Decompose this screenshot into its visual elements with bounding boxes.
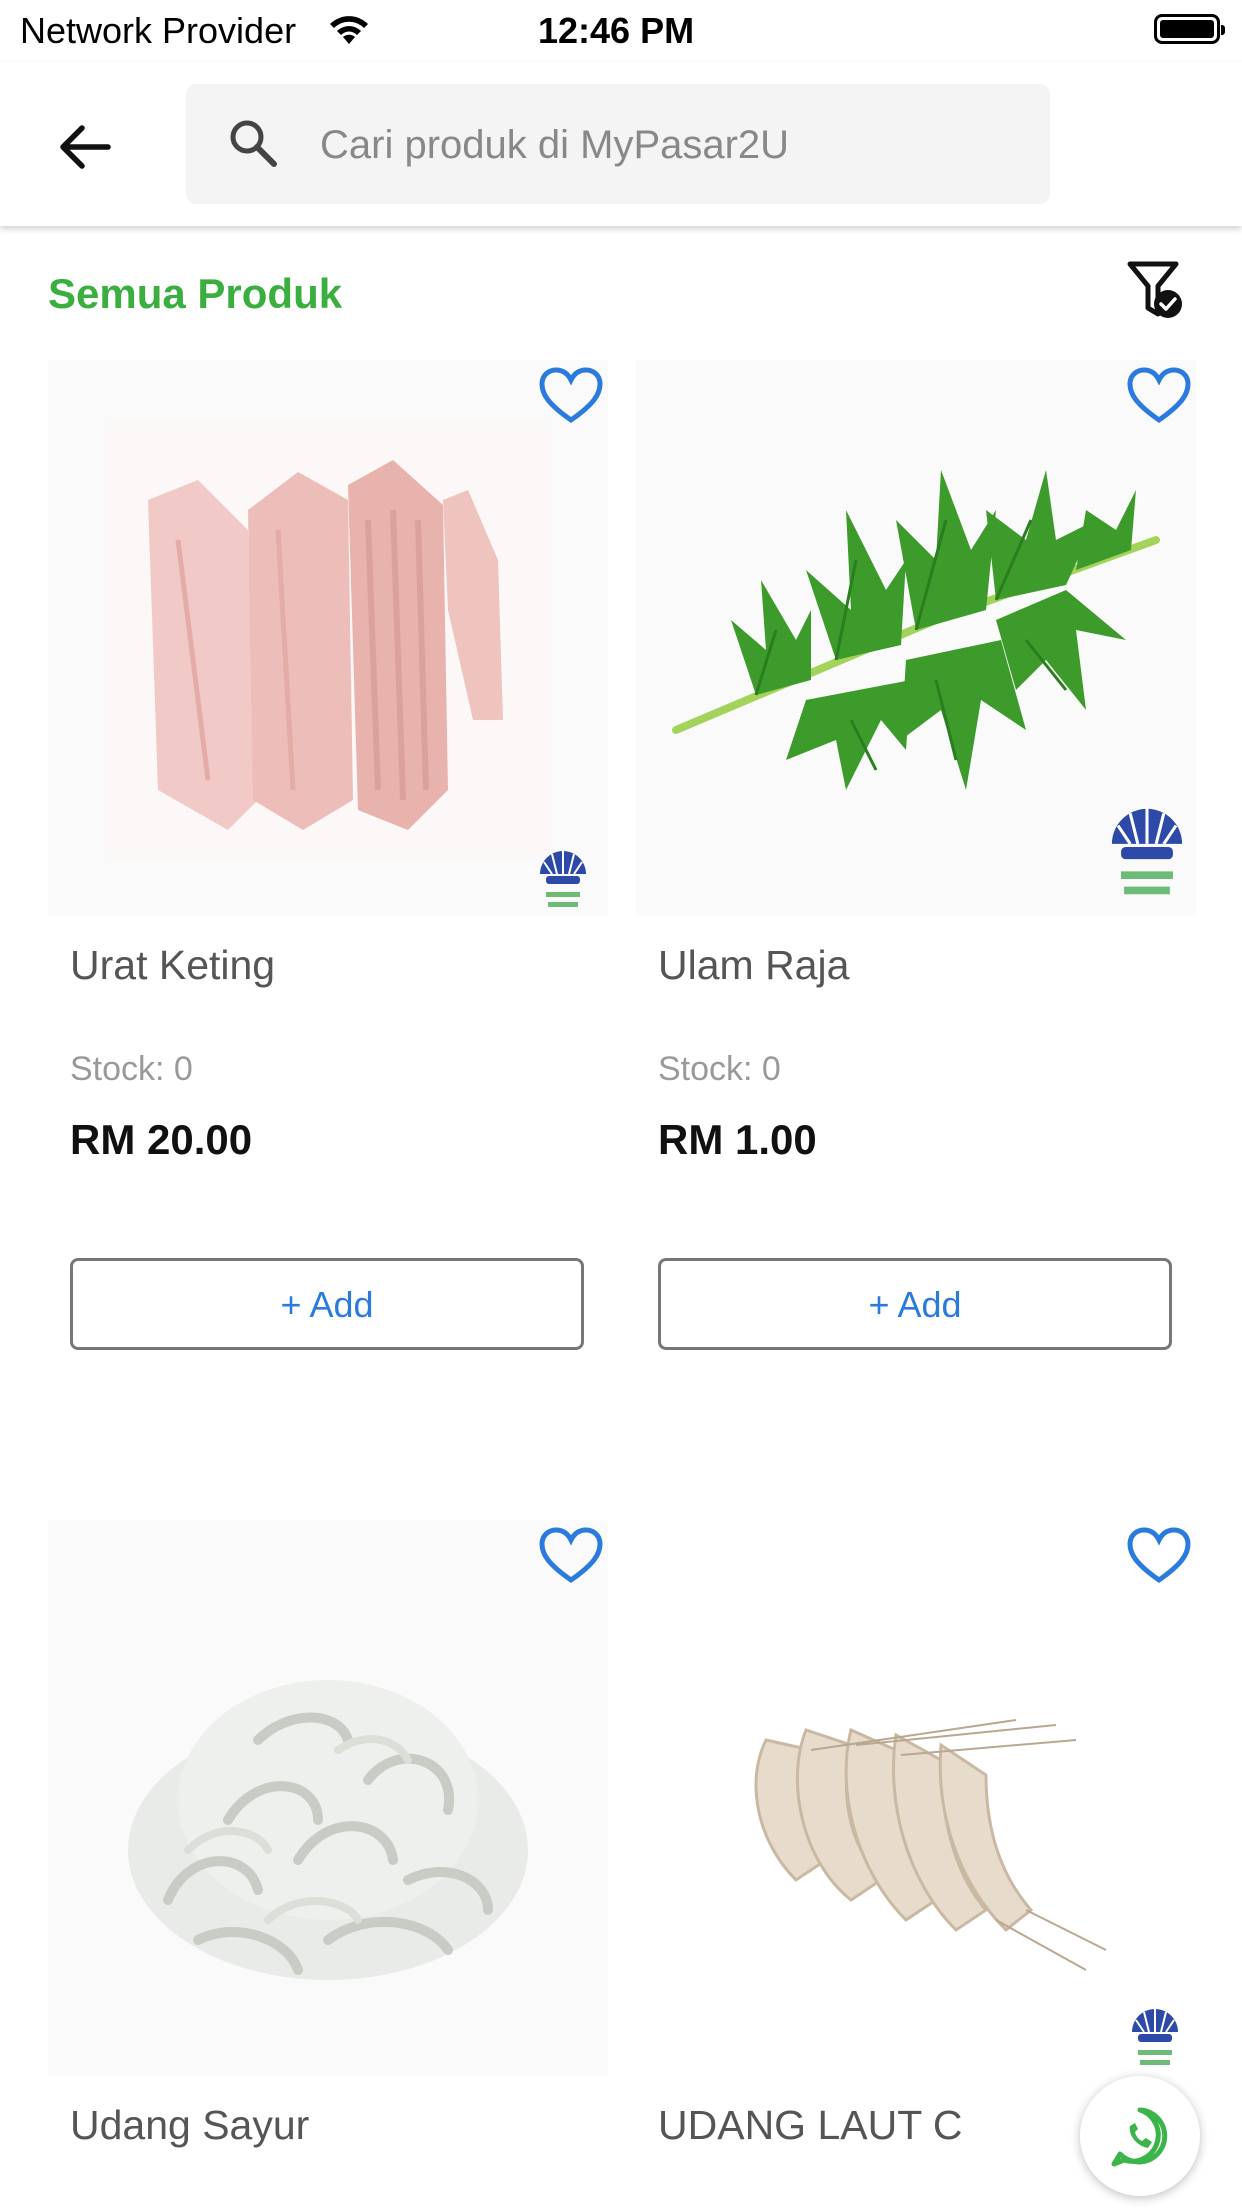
wifi-icon — [330, 16, 368, 44]
shrimp-pile-image — [128, 1680, 528, 1980]
product-image[interactable] — [636, 1520, 1196, 2076]
product-price: RM 20.00 — [70, 1116, 253, 1163]
prawn-row-image — [754, 1719, 1107, 1971]
whatsapp-icon — [1111, 2107, 1168, 2167]
product-price: RM 1.00 — [658, 1116, 817, 1163]
product-name[interactable]: Udang Sayur — [70, 2102, 309, 2149]
status-bar: Network Provider 12:46 PM — [0, 0, 1242, 62]
search-icon — [230, 120, 277, 167]
product-image[interactable] — [48, 360, 608, 916]
product-name[interactable]: Urat Keting — [70, 942, 275, 989]
favorite-heart-icon[interactable] — [538, 366, 604, 426]
add-to-cart-button[interactable]: + Add — [658, 1258, 1172, 1350]
product-name[interactable]: Ulam Raja — [658, 942, 849, 989]
battery-icon — [1154, 14, 1225, 44]
section-title: Semua Produk — [48, 270, 343, 317]
favorite-heart-icon[interactable] — [1126, 1526, 1192, 1586]
favorite-heart-icon[interactable] — [1126, 366, 1192, 426]
mutiara-bersatu-logo — [1132, 2008, 1178, 2065]
product-card[interactable]: Urat Keting Stock: 0 RM 20.00 + Add — [48, 360, 608, 1360]
mutiara-bersatu-logo — [1111, 807, 1183, 895]
product-stock: Stock: 0 — [70, 1050, 193, 1088]
carrier-label: Network Provider — [20, 10, 297, 51]
search-input[interactable] — [318, 84, 1022, 206]
product-card[interactable]: Ulam Raja Stock: 0 RM 1.00 + Add — [636, 360, 1196, 1360]
whatsapp-button[interactable] — [1080, 2076, 1200, 2196]
top-bar — [0, 62, 1242, 226]
product-card[interactable]: Udang Sayur — [48, 1520, 608, 2208]
favorite-heart-icon[interactable] — [538, 1526, 604, 1586]
search-bar[interactable] — [186, 84, 1050, 206]
product-name[interactable]: UDANG LAUT C — [658, 2102, 963, 2149]
mutiara-bersatu-logo — [540, 850, 586, 907]
product-stock: Stock: 0 — [658, 1050, 781, 1088]
product-image[interactable] — [48, 1520, 608, 2076]
clock: 12:46 PM — [538, 10, 695, 51]
back-arrow-icon[interactable] — [50, 112, 120, 182]
add-to-cart-button[interactable]: + Add — [70, 1258, 584, 1350]
filter-icon[interactable] — [1126, 258, 1186, 322]
chicken-feet-image — [106, 420, 550, 860]
